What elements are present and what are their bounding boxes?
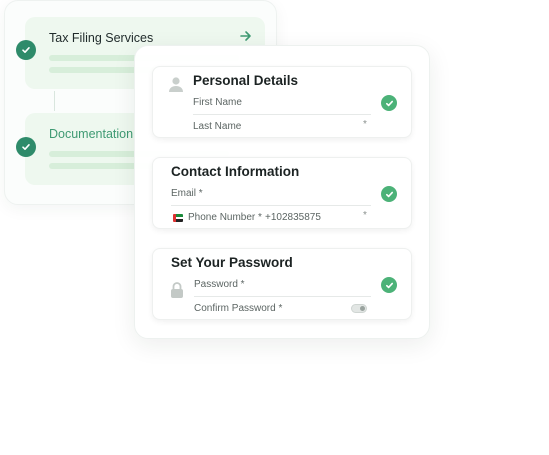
phone-number-label[interactable]: Phone Number * [188, 212, 262, 223]
required-mark: * [363, 210, 367, 221]
uae-flag-icon[interactable] [173, 214, 183, 222]
personal-details-section: Personal Details First Name Last Name * [152, 66, 412, 138]
check-icon [381, 186, 397, 202]
contact-information-section: Contact Information Email * Phone Number… [152, 157, 412, 229]
registration-form-card: Personal Details First Name Last Name * … [134, 45, 430, 339]
password-field[interactable]: Password * [194, 279, 245, 290]
check-icon [381, 277, 397, 293]
check-icon [381, 95, 397, 111]
user-icon [169, 77, 183, 92]
confirm-password-field[interactable]: Confirm Password * [194, 303, 282, 314]
last-name-field[interactable]: Last Name [193, 121, 241, 132]
lock-icon [171, 282, 183, 298]
section-title: Contact Information [171, 164, 300, 179]
first-name-field[interactable]: First Name [193, 97, 242, 108]
required-mark: * [363, 119, 367, 130]
password-visibility-toggle[interactable] [351, 304, 367, 313]
section-title: Set Your Password [171, 255, 293, 270]
arrow-right-icon[interactable] [239, 29, 253, 43]
section-title: Personal Details [193, 73, 299, 88]
field-underline [193, 114, 371, 115]
step-title: Tax Filing Services [49, 31, 154, 45]
step-check-icon [16, 40, 36, 60]
step-title: Documentation [49, 127, 134, 141]
email-field[interactable]: Email * [171, 188, 203, 199]
step-check-icon [16, 137, 36, 157]
step-connector [54, 91, 55, 111]
set-password-section: Set Your Password Password * Confirm Pas… [152, 248, 412, 320]
field-underline [194, 296, 371, 297]
field-underline [171, 205, 371, 206]
phone-number-value[interactable]: +102835875 [265, 212, 321, 223]
